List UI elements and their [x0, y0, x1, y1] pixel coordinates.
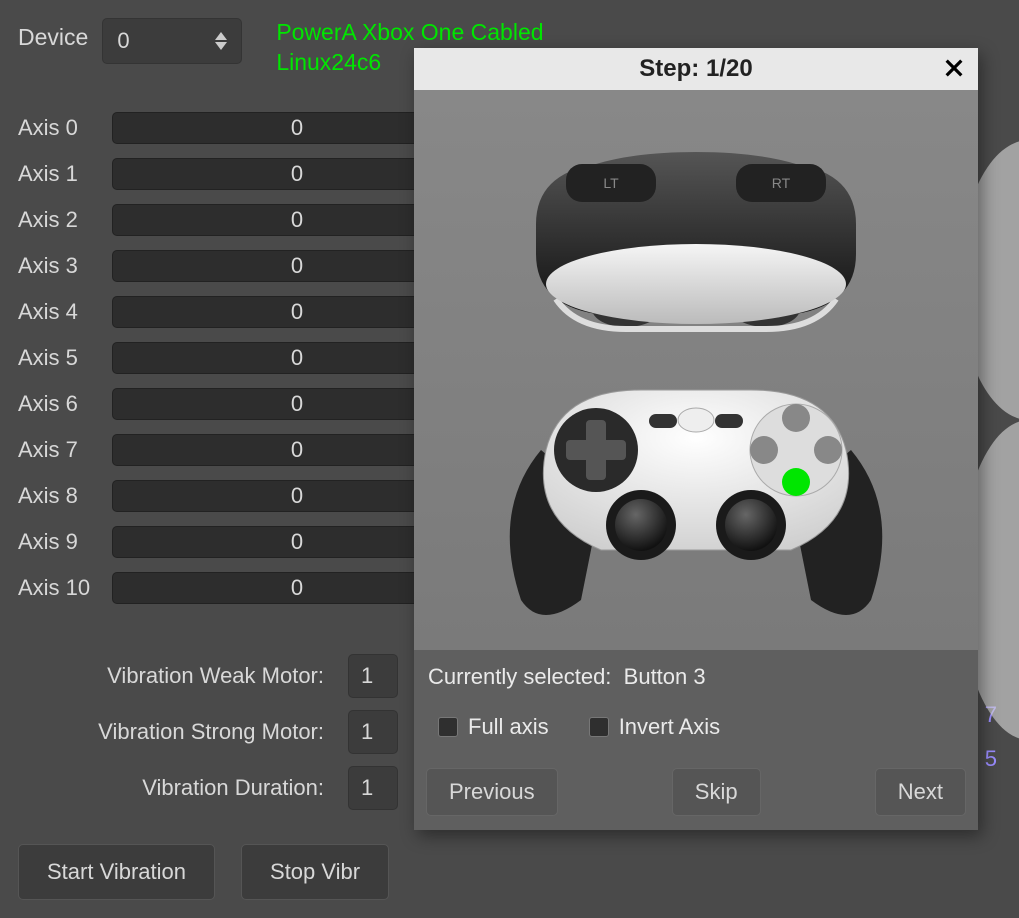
axis-label: Axis 9	[18, 529, 112, 555]
vib-strong-label: Vibration Strong Motor:	[18, 719, 348, 745]
axis-label: Axis 6	[18, 391, 112, 417]
axis-label: Axis 4	[18, 299, 112, 325]
vib-duration-input[interactable]: 1	[348, 766, 398, 810]
axis-label: Axis 2	[18, 207, 112, 233]
axis-value: 0	[291, 437, 303, 463]
vib-weak-value: 1	[361, 663, 373, 689]
axis-value: 0	[291, 161, 303, 187]
start-vibration-button[interactable]: Start Vibration	[18, 844, 215, 900]
axis-value: 0	[291, 299, 303, 325]
vib-duration-value: 1	[361, 775, 373, 801]
axis-label: Axis 0	[18, 115, 112, 141]
dialog-title-bar: Step: 1/20	[414, 48, 978, 90]
invert-axis-label: Invert Axis	[619, 714, 720, 740]
axis-value: 0	[291, 483, 303, 509]
axis-label: Axis 7	[18, 437, 112, 463]
close-button[interactable]	[940, 54, 968, 82]
vib-weak-input[interactable]: 1	[348, 654, 398, 698]
checkbox-box-icon	[589, 717, 609, 737]
vib-weak-label: Vibration Weak Motor:	[18, 663, 348, 689]
vib-duration-label: Vibration Duration:	[18, 775, 348, 801]
skip-button[interactable]: Skip	[672, 768, 761, 816]
svg-text:LT: LT	[603, 175, 619, 191]
full-axis-label: Full axis	[468, 714, 549, 740]
chevron-down-icon[interactable]	[215, 42, 227, 50]
dialog-title-text: Step: 1/20	[639, 55, 752, 83]
axis-value: 0	[291, 575, 303, 601]
previous-button[interactable]: Previous	[426, 768, 558, 816]
axis-label: Axis 8	[18, 483, 112, 509]
next-button[interactable]: Next	[875, 768, 966, 816]
mapping-dialog: Step: 1/20 LT RT	[414, 48, 978, 830]
chevron-up-icon[interactable]	[215, 32, 227, 40]
controller-front-icon	[491, 370, 901, 630]
axis-label: Axis 10	[18, 575, 112, 601]
currently-selected-label: Currently selected:	[428, 664, 611, 689]
controller-diagram: LT RT	[414, 90, 978, 650]
device-value: 0	[117, 28, 129, 54]
close-icon	[943, 57, 965, 79]
device-spinbox[interactable]: 0	[102, 18, 242, 64]
spin-arrows[interactable]	[215, 32, 227, 50]
axis-label: Axis 5	[18, 345, 112, 371]
axis-value: 0	[291, 529, 303, 555]
axis-value: 0	[291, 207, 303, 233]
stop-vibration-button[interactable]: Stop Vibr	[241, 844, 389, 900]
axis-label: Axis 1	[18, 161, 112, 187]
checkbox-box-icon	[438, 717, 458, 737]
axis-value: 0	[291, 115, 303, 141]
controller-top-icon: LT RT	[496, 134, 896, 334]
vib-strong-input[interactable]: 1	[348, 710, 398, 754]
device-label: Device	[18, 18, 88, 51]
full-axis-checkbox[interactable]: Full axis	[438, 714, 549, 740]
invert-axis-checkbox[interactable]: Invert Axis	[589, 714, 720, 740]
axis-value: 0	[291, 345, 303, 371]
currently-selected-value: Button 3	[624, 664, 706, 689]
svg-text:RT: RT	[772, 175, 791, 191]
axis-value: 0	[291, 253, 303, 279]
vib-strong-value: 1	[361, 719, 373, 745]
axis-label: Axis 3	[18, 253, 112, 279]
axis-value: 0	[291, 391, 303, 417]
